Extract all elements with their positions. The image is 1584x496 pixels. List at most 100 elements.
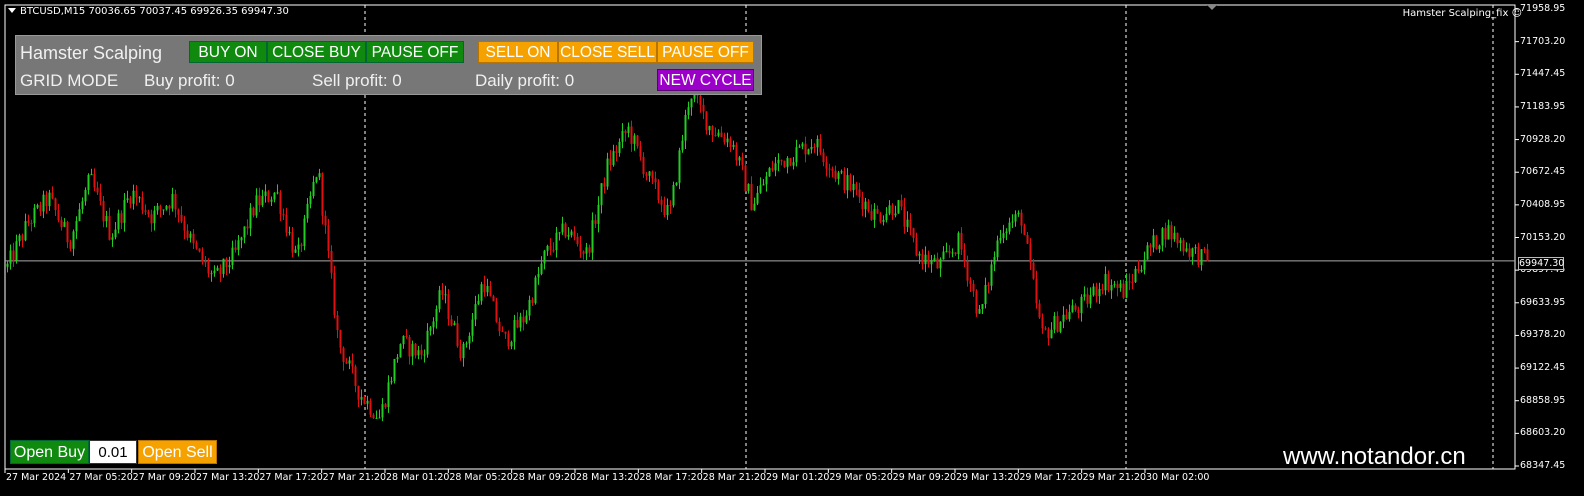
candle-body: [12, 250, 15, 261]
candle-body: [93, 174, 96, 188]
candle-body: [1158, 245, 1161, 250]
candle-body: [1146, 245, 1149, 260]
candle-body: [192, 233, 195, 243]
candle-body: [837, 172, 840, 179]
candle-body: [21, 235, 24, 241]
lot-size-input[interactable]: [89, 440, 137, 464]
candle-body: [141, 197, 144, 211]
candle-body: [372, 414, 375, 419]
grid-mode-label: GRID MODE: [20, 71, 119, 90]
ea-name[interactable]: Hamster Scalping_fix ☺: [1403, 8, 1522, 19]
new-cycle-button[interactable]: NEW CYCLE: [657, 69, 754, 91]
candle-body: [711, 126, 714, 135]
close-sell-button[interactable]: CLOSE SELL: [558, 41, 657, 63]
candle-body: [465, 343, 468, 345]
candle-body: [714, 134, 717, 136]
collapse-triangle-icon[interactable]: [8, 8, 16, 13]
candle-body: [951, 252, 954, 254]
candle-body: [213, 270, 216, 274]
candle-body: [1152, 235, 1155, 248]
candle-body: [102, 200, 105, 222]
candle-body: [1059, 321, 1062, 332]
candle-body: [1020, 212, 1023, 226]
price-tick-label: 71183.95: [1520, 100, 1566, 112]
symbol-info: BTCUSD,M15 70036.65 70037.45 69926.35 69…: [8, 6, 289, 17]
candle-body: [411, 343, 414, 357]
price-tick-label: 71703.20: [1520, 35, 1566, 47]
candle-body: [42, 194, 45, 212]
candle-body: [612, 151, 615, 165]
candle-body: [267, 191, 270, 202]
candle-body: [477, 300, 480, 305]
candle-body: [438, 290, 441, 309]
candle-body: [39, 205, 42, 212]
candle-body: [684, 115, 687, 141]
open-buy-button[interactable]: Open Buy: [10, 440, 89, 464]
candle-body: [27, 221, 30, 224]
candle-body: [201, 251, 204, 262]
time-tick-label: 27 Mar 05:20: [69, 472, 133, 483]
candle-body: [237, 240, 240, 250]
candle-body: [468, 335, 471, 344]
candle-body: [408, 337, 411, 357]
candle-body: [303, 218, 306, 247]
candle-body: [609, 158, 612, 165]
candle-body: [933, 258, 936, 261]
candle-body: [492, 296, 495, 302]
candle-body: [294, 249, 297, 253]
price-axis-ticks: [1515, 8, 1519, 467]
price-tick-label: 68347.45: [1520, 460, 1566, 471]
candle-body: [957, 233, 960, 255]
candle-body: [456, 323, 459, 347]
candle-body: [864, 201, 867, 210]
candle-body: [675, 182, 678, 185]
candle-body: [390, 381, 393, 383]
candle-body: [297, 244, 300, 250]
open-sell-button[interactable]: Open Sell: [138, 440, 217, 464]
candle-body: [1188, 248, 1191, 257]
candle-body: [1161, 228, 1164, 246]
buy-on-button[interactable]: BUY ON: [189, 41, 267, 63]
candle-body: [531, 300, 534, 304]
candle-body: [399, 344, 402, 358]
candle-body: [867, 201, 870, 212]
candle-body: [954, 252, 957, 255]
time-tick-label: 27 Mar 2024: [6, 472, 67, 483]
time-tick-label: 30 Mar 02:00: [1146, 472, 1210, 483]
candle-body: [36, 205, 39, 208]
sell-on-button[interactable]: SELL ON: [478, 41, 558, 63]
candle-body: [735, 144, 738, 161]
pause-off-buy-button[interactable]: PAUSE OFF: [366, 41, 464, 63]
price-tick-label: 71958.95: [1520, 3, 1566, 14]
candle-body: [1032, 262, 1035, 279]
candle-body: [261, 195, 264, 206]
price-tick-label: 70153.20: [1520, 231, 1566, 243]
candle-body: [462, 343, 465, 359]
candle-body: [594, 220, 597, 224]
candle-body: [1035, 278, 1038, 304]
candle-body: [489, 285, 492, 297]
candle-body: [522, 316, 525, 323]
candle-body: [936, 258, 939, 269]
candle-body: [120, 213, 123, 223]
candle-body: [963, 249, 966, 262]
candle-body: [702, 104, 705, 112]
candle-body: [231, 247, 234, 266]
candle-body: [114, 229, 117, 238]
candle-body: [66, 221, 69, 243]
candle-body: [1005, 231, 1008, 234]
candle-body: [1101, 289, 1104, 291]
candle-body: [528, 300, 531, 316]
candle-body: [810, 146, 813, 150]
candle-body: [978, 309, 981, 314]
candle-body: [243, 226, 246, 238]
candle-body: [354, 366, 357, 386]
candle-body: [891, 205, 894, 216]
candle-body: [285, 214, 288, 233]
candle-body: [708, 126, 711, 131]
candle-body: [1041, 317, 1044, 329]
pause-off-sell-button[interactable]: PAUSE OFF: [657, 41, 754, 63]
candle-body: [1002, 233, 1005, 239]
close-buy-button[interactable]: CLOSE BUY: [267, 41, 366, 63]
candle-body: [942, 251, 945, 260]
